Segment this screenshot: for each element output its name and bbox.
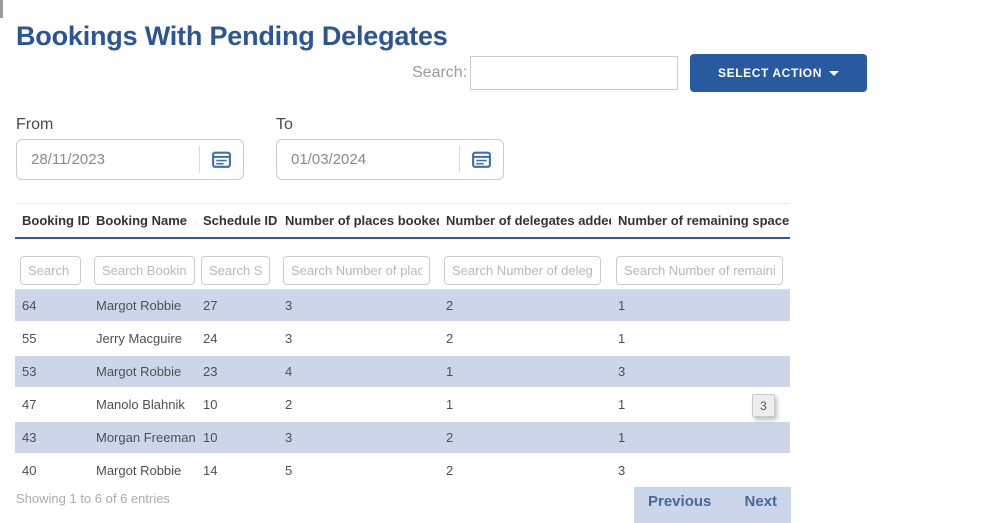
cell-delegates-added: 2: [439, 322, 611, 355]
column-header-label: Number of remaining spaces: [618, 213, 790, 228]
pagination: Previous Next: [634, 487, 791, 523]
cell-booking-id: 40: [15, 454, 89, 487]
cell-places-booked: 5: [278, 454, 439, 487]
column-header-delegates-added[interactable]: Number of delegates added: [439, 204, 611, 239]
caret-down-icon: [829, 71, 839, 76]
search-label: Search:: [412, 64, 467, 82]
column-search-booking-name[interactable]: [94, 256, 195, 285]
cell-delegates-added: 1: [439, 355, 611, 388]
cell-booking-id: 43: [15, 421, 89, 454]
table-row[interactable]: 43 Morgan Freeman 10 3 2 1: [15, 421, 790, 454]
table-row[interactable]: 64 Margot Robbie 27 3 2 1: [15, 290, 790, 323]
cell-places-booked: 3: [278, 421, 439, 454]
cell-booking-id: 64: [15, 290, 89, 323]
cell-booking-name: Margot Robbie: [89, 355, 196, 388]
column-header-schedule-id[interactable]: Schedule ID: [196, 204, 278, 239]
cell-booking-id: 47: [15, 388, 89, 421]
table-row[interactable]: 47 Manolo Blahnik 10 2 1 1: [15, 388, 790, 421]
window-edge-artifact: [0, 0, 3, 18]
column-search-booking-id[interactable]: [20, 256, 81, 285]
cell-schedule-id: 14: [196, 454, 278, 487]
to-calendar-button[interactable]: [460, 140, 503, 179]
column-header-remaining-spaces[interactable]: Number of remaining spaces: [611, 204, 790, 239]
column-header-label: Schedule ID: [203, 213, 277, 228]
cell-booking-name: Margot Robbie: [89, 454, 196, 487]
sort-icon: [195, 217, 196, 227]
column-search-delegates-added[interactable]: [444, 256, 601, 285]
cell-booking-name: Morgan Freeman: [89, 421, 196, 454]
table-row[interactable]: 55 Jerry Macguire 24 3 2 1: [15, 322, 790, 355]
drag-tooltip-badge: 3: [752, 394, 775, 417]
table-header-row: Booking ID Booking Name Schedule ID Numb…: [15, 204, 790, 239]
column-header-label: Number of delegates added: [446, 213, 611, 228]
cell-delegates-added: 2: [439, 290, 611, 323]
column-header-booking-id[interactable]: Booking ID: [15, 204, 89, 239]
cell-booking-name: Jerry Macguire: [89, 322, 196, 355]
bookings-table: Booking ID Booking Name Schedule ID Numb…: [15, 203, 790, 488]
cell-places-booked: 3: [278, 322, 439, 355]
column-search-row: [15, 238, 790, 290]
cell-booking-id: 53: [15, 355, 89, 388]
cell-delegates-added: 1: [439, 388, 611, 421]
cell-places-booked: 2: [278, 388, 439, 421]
from-date-field: [16, 139, 244, 180]
page-title: Bookings With Pending Delegates: [16, 21, 448, 52]
to-date-input[interactable]: [277, 150, 459, 169]
column-header-booking-name[interactable]: Booking Name: [89, 204, 196, 239]
search-input[interactable]: [470, 56, 678, 90]
cell-remaining-spaces: 3: [611, 355, 790, 388]
table-row[interactable]: 53 Margot Robbie 23 4 1 3: [15, 355, 790, 388]
select-action-button[interactable]: SELECT ACTION: [690, 54, 867, 92]
cell-schedule-id: 10: [196, 388, 278, 421]
to-date-field: [276, 139, 504, 180]
cell-booking-id: 55: [15, 322, 89, 355]
cell-schedule-id: 27: [196, 290, 278, 323]
calendar-icon: [211, 149, 232, 170]
select-action-label: SELECT ACTION: [718, 66, 822, 80]
cell-delegates-added: 2: [439, 454, 611, 487]
column-header-label: Number of places booked: [285, 213, 439, 228]
column-header-places-booked[interactable]: Number of places booked: [278, 204, 439, 239]
column-search-places-booked[interactable]: [283, 256, 430, 285]
cell-booking-name: Manolo Blahnik: [89, 388, 196, 421]
table-info-text: Showing 1 to 6 of 6 entries: [16, 491, 170, 506]
cell-places-booked: 3: [278, 290, 439, 323]
cell-remaining-spaces: 1: [611, 322, 790, 355]
column-search-remaining-spaces[interactable]: [616, 256, 783, 285]
column-header-label: Booking ID: [22, 213, 89, 228]
cell-schedule-id: 23: [196, 355, 278, 388]
from-calendar-button[interactable]: [200, 140, 243, 179]
cell-schedule-id: 24: [196, 322, 278, 355]
cell-remaining-spaces: 1: [611, 290, 790, 323]
cell-places-booked: 4: [278, 355, 439, 388]
cell-booking-name: Margot Robbie: [89, 290, 196, 323]
column-search-schedule-id[interactable]: [201, 256, 270, 285]
to-label: To: [276, 116, 293, 134]
from-label: From: [16, 116, 53, 134]
table-row[interactable]: 40 Margot Robbie 14 5 2 3: [15, 454, 790, 487]
cell-delegates-added: 2: [439, 421, 611, 454]
cell-schedule-id: 10: [196, 421, 278, 454]
from-date-input[interactable]: [17, 150, 199, 169]
calendar-icon: [471, 149, 492, 170]
column-header-label: Booking Name: [96, 213, 187, 228]
cell-remaining-spaces: 1: [611, 421, 790, 454]
cell-remaining-spaces: 3: [611, 454, 790, 487]
